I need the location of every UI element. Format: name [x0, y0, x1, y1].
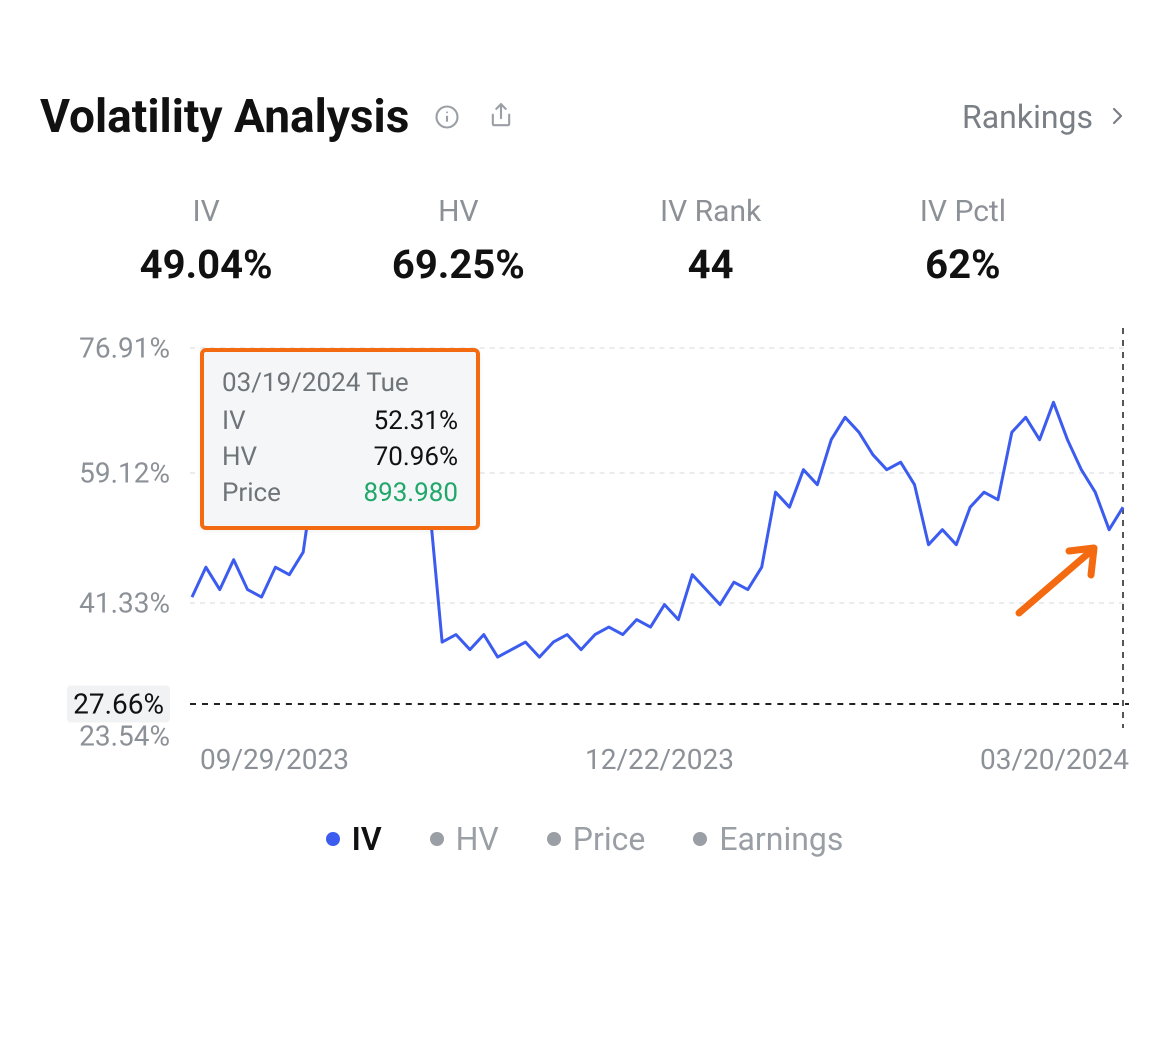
metric-ivrank-value: 44 — [585, 241, 837, 288]
legend-price[interactable]: Price — [547, 820, 646, 858]
legend-price-label: Price — [573, 820, 646, 858]
metric-iv-label: IV — [80, 194, 332, 229]
xlabel-2: 12/22/2023 — [585, 743, 734, 776]
metric-ivpctl-value: 62% — [837, 241, 1089, 288]
chevron-right-icon — [1105, 98, 1129, 136]
legend-hv[interactable]: HV — [430, 820, 499, 858]
metric-hv-label: HV — [332, 194, 584, 229]
rankings-link[interactable]: Rankings — [962, 98, 1129, 136]
chart-area[interactable]: 76.91% 59.12% 41.33% 27.66% 23.54% 03/19… — [40, 328, 1129, 788]
xlabel-3: 03/20/2024 — [980, 743, 1129, 776]
tooltip-iv-label: IV — [222, 406, 246, 436]
xlabel-1: 09/29/2023 — [200, 743, 349, 776]
annotation-arrow-icon — [1009, 533, 1109, 627]
rankings-label: Rankings — [962, 98, 1093, 136]
metric-hv: HV 69.25% — [332, 194, 584, 288]
ylabel-2: 59.12% — [79, 457, 170, 490]
info-icon[interactable] — [431, 101, 463, 133]
tooltip-price-value: 893.980 — [363, 478, 458, 508]
metric-ivpctl: IV Pctl 62% — [837, 194, 1089, 288]
legend-iv[interactable]: IV — [326, 820, 382, 858]
tooltip-hv-value: 70.96% — [374, 442, 458, 472]
ylabel-1: 76.91% — [79, 332, 170, 365]
metric-ivpctl-label: IV Pctl — [837, 194, 1089, 229]
chart-tooltip: 03/19/2024 Tue IV 52.31% HV 70.96% Price… — [200, 348, 480, 530]
y-axis-labels: 76.91% 59.12% 41.33% 27.66% 23.54% — [40, 328, 180, 788]
header-row: Volatility Analysis Rankings — [40, 90, 1129, 144]
tooltip-date: 03/19/2024 Tue — [222, 368, 458, 398]
legend-iv-label: IV — [352, 820, 382, 858]
metric-iv: IV 49.04% — [80, 194, 332, 288]
legend-dot-icon — [326, 832, 340, 846]
legend-hv-label: HV — [456, 820, 499, 858]
metric-iv-value: 49.04% — [80, 241, 332, 288]
share-icon[interactable] — [485, 101, 517, 133]
ylabel-highlight: 27.66% — [67, 686, 170, 723]
ylabel-3: 41.33% — [79, 587, 170, 620]
tooltip-iv-value: 52.31% — [374, 406, 458, 436]
legend-dot-icon — [693, 832, 707, 846]
legend-earnings-label: Earnings — [719, 820, 843, 858]
metric-ivrank: IV Rank 44 — [585, 194, 837, 288]
metrics-row: IV 49.04% HV 69.25% IV Rank 44 IV Pctl 6… — [40, 194, 1129, 288]
legend-dot-icon — [430, 832, 444, 846]
page-title: Volatility Analysis — [40, 90, 409, 144]
tooltip-iv-row: IV 52.31% — [222, 406, 458, 436]
chart-legend: IV HV Price Earnings — [40, 820, 1129, 858]
ylabel-5: 23.54% — [79, 720, 170, 753]
tooltip-price-row: Price 893.980 — [222, 478, 458, 508]
tooltip-hv-row: HV 70.96% — [222, 442, 458, 472]
metric-ivrank-label: IV Rank — [585, 194, 837, 229]
legend-dot-icon — [547, 832, 561, 846]
tooltip-price-label: Price — [222, 478, 281, 508]
tooltip-hv-label: HV — [222, 442, 257, 472]
metric-hv-value: 69.25% — [332, 241, 584, 288]
legend-earnings[interactable]: Earnings — [693, 820, 843, 858]
x-axis-labels: 09/29/2023 12/22/2023 03/20/2024 — [190, 733, 1129, 788]
header-left: Volatility Analysis — [40, 90, 517, 144]
